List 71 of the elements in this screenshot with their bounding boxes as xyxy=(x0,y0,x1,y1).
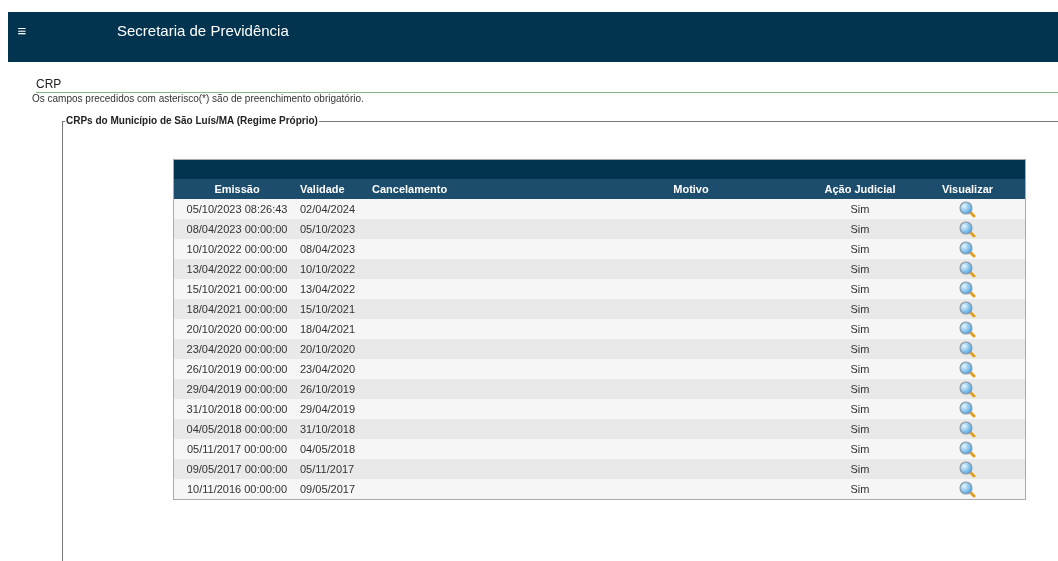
table-cell: Sim xyxy=(850,223,870,235)
table-cell-text: 29/04/2019 00:00:00 xyxy=(185,383,289,395)
table-cell-text: 15/10/2021 00:00:00 xyxy=(185,283,289,295)
table-cell-text: 10/10/2022 xyxy=(300,263,357,275)
table-cell-text: 08/04/2023 00:00:00 xyxy=(185,223,289,235)
magnifier-icon[interactable] xyxy=(959,420,976,438)
table-cell: Sim xyxy=(850,243,870,255)
column-header: Motivo xyxy=(672,183,710,195)
magnifier-icon[interactable] xyxy=(959,400,976,418)
table-cell-text: 18/04/2021 00:00:00 xyxy=(185,303,289,315)
table-cell: Sim xyxy=(850,383,870,395)
table-cell-text: 08/04/2023 xyxy=(300,243,357,255)
table-cell-text: 09/05/2017 00:00:00 xyxy=(185,463,289,475)
table-cell-text: 18/04/2021 xyxy=(300,323,357,335)
column-header: Emissão xyxy=(213,183,261,195)
table-cell: Sim xyxy=(850,343,870,355)
table-cell-text: 05/10/2023 08:26:43 xyxy=(185,203,289,215)
table-cell: Sim xyxy=(850,423,870,435)
column-header: Validade xyxy=(300,183,346,195)
table-cell-text: 10/11/2016 00:00:00 xyxy=(185,483,289,495)
table-cell: Sim xyxy=(850,483,870,495)
column-header: Ação Judicial xyxy=(823,183,897,195)
magnifier-icon[interactable] xyxy=(959,340,976,358)
magnifier-icon[interactable] xyxy=(959,440,976,458)
table-cell: Sim xyxy=(850,323,870,335)
table-cell-text: 26/10/2019 xyxy=(300,383,357,395)
magnifier-icon[interactable] xyxy=(959,480,976,498)
table-cell-text: 31/10/2018 00:00:00 xyxy=(185,403,289,415)
magnifier-icon[interactable] xyxy=(959,360,976,378)
magnifier-icon[interactable] xyxy=(959,200,976,218)
table-cell-text: 29/04/2019 xyxy=(300,403,357,415)
table-cell: Sim xyxy=(850,203,870,215)
table-cell-text: 20/10/2020 xyxy=(300,343,357,355)
table-cell-text: 04/05/2018 xyxy=(300,443,357,455)
table-cell-text: 10/10/2022 00:00:00 xyxy=(185,243,289,255)
table-cell-text: 09/05/2017 xyxy=(300,483,357,495)
table-cell-text: 31/10/2018 xyxy=(300,423,357,435)
fieldset-legend: CRPs do Município de São Luís/MA (Regime Próprio) xyxy=(65,115,319,126)
site-title: Secretaria de Previdência xyxy=(117,21,289,39)
magnifier-icon[interactable] xyxy=(959,460,976,478)
table-cell-text: 02/04/2024 xyxy=(300,203,357,215)
magnifier-icon[interactable] xyxy=(959,240,976,258)
table-cell-text: 23/04/2020 xyxy=(300,363,357,375)
table-cell: Sim xyxy=(850,303,870,315)
magnifier-icon[interactable] xyxy=(959,300,976,318)
column-header: Cancelamento xyxy=(372,183,449,195)
table-cell-text: 05/11/2017 xyxy=(300,463,356,475)
table-cell-text: 05/10/2023 xyxy=(300,223,357,235)
table-cell-text: 26/10/2019 00:00:00 xyxy=(185,363,289,375)
table-cell-text: 04/05/2018 00:00:00 xyxy=(185,423,289,435)
table-cell: Sim xyxy=(850,283,870,295)
magnifier-icon[interactable] xyxy=(959,220,976,238)
magnifier-icon[interactable] xyxy=(959,260,976,278)
table-cell-text: 23/04/2020 00:00:00 xyxy=(185,343,289,355)
page-title: CRP xyxy=(36,77,1058,93)
table-cell: Sim xyxy=(850,263,870,275)
table-cell-text: 13/04/2022 00:00:00 xyxy=(185,263,289,275)
magnifier-icon[interactable] xyxy=(959,380,976,398)
required-fields-note: Os campos precedidos com asterisco(*) são de preenchimento obrigatório. xyxy=(32,93,365,104)
table-cell-text: 15/10/2021 xyxy=(300,303,357,315)
table-cell: Sim xyxy=(850,463,870,475)
table-cell: Sim xyxy=(850,443,870,455)
column-header: Visualizar xyxy=(940,183,995,195)
magnifier-icon[interactable] xyxy=(959,320,976,338)
magnifier-icon[interactable] xyxy=(959,280,976,298)
table-cell-text: 20/10/2020 00:00:00 xyxy=(185,323,289,335)
menu-button[interactable]: ≡ xyxy=(13,21,31,39)
table-cell-text: 05/11/2017 00:00:00 xyxy=(185,443,289,455)
table-cell-text: 13/04/2022 xyxy=(300,283,357,295)
table-cell: Sim xyxy=(850,363,870,375)
table-cell: Sim xyxy=(850,403,870,415)
